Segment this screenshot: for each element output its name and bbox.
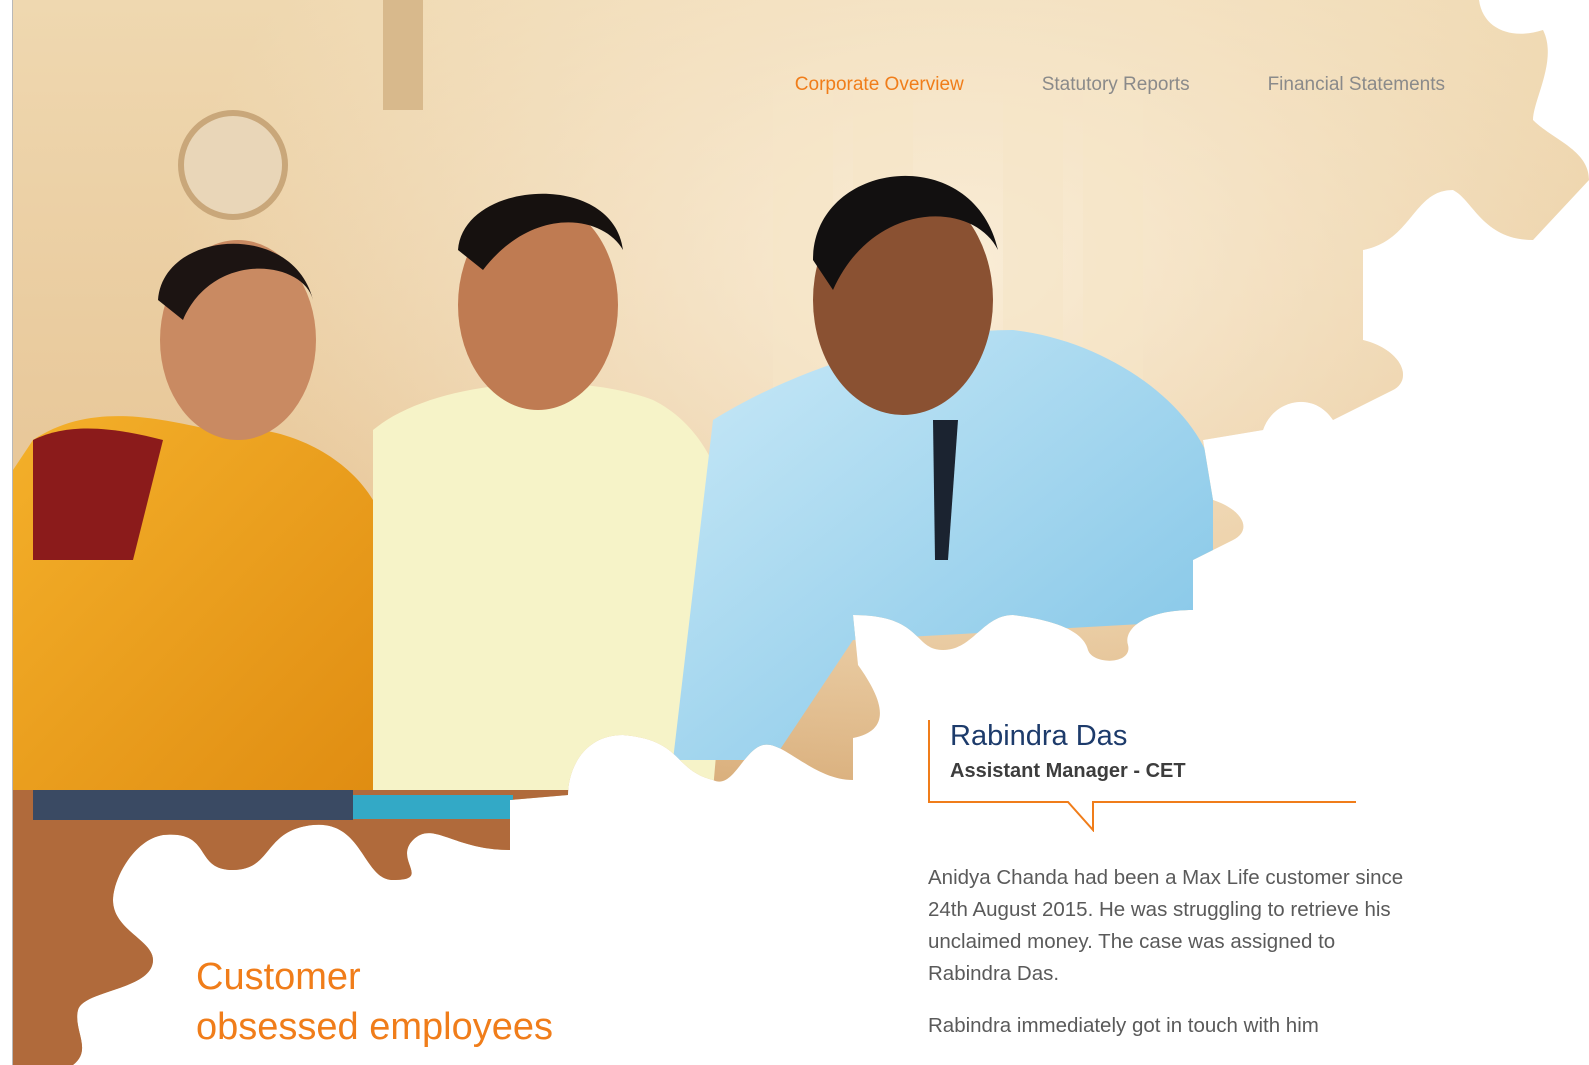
nav-corporate-overview[interactable]: Corporate Overview [795, 74, 964, 96]
section-headline: Customer obsessed employees [196, 952, 553, 1052]
annual-report-page: Corporate Overview Statutory Reports Fin… [0, 0, 1589, 1065]
employee-name: Rabindra Das [950, 720, 1128, 752]
nav-statutory-reports[interactable]: Statutory Reports [1042, 74, 1190, 96]
nav-financial-statements[interactable]: Financial Statements [1268, 74, 1445, 96]
headline-line-2: obsessed employees [196, 1006, 553, 1048]
employee-role: Assistant Manager - CET [950, 760, 1186, 782]
story-paragraph: Anidya Chanda had been a Max Life custom… [928, 866, 1404, 985]
section-navigation: Corporate Overview Statutory Reports Fin… [795, 74, 1445, 96]
headline-line-1: Customer [196, 956, 361, 998]
employee-callout: Rabindra Das Assistant Manager - CET [928, 720, 1358, 832]
story-paragraph: Rabindra immediately got in touch with h… [928, 1014, 1319, 1037]
story-text: Anidya Chanda had been a Max Life custom… [928, 862, 1408, 1062]
